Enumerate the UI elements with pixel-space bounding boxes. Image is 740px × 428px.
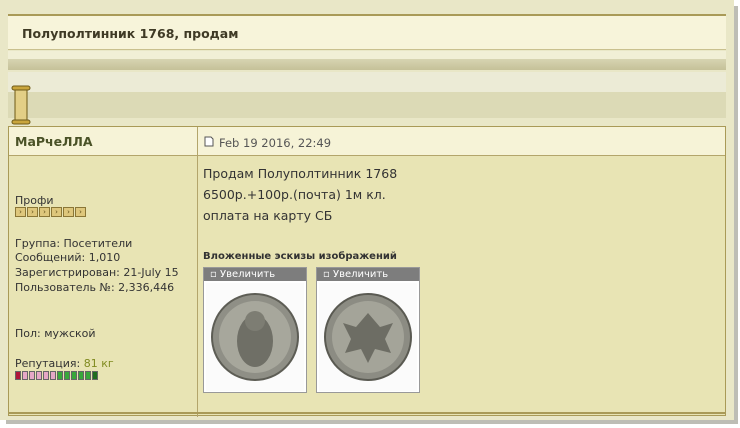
reputation-label: Репутация: xyxy=(15,357,81,370)
user-registered: Зарегистрирован: 21-July 15 xyxy=(15,266,179,279)
rep-pos-pip xyxy=(85,371,91,380)
frame-shadow-bottom xyxy=(6,420,738,424)
rank-pip: › xyxy=(75,207,86,217)
reputation-value: 81 кг xyxy=(83,357,114,370)
rep-pos-pip xyxy=(78,371,84,380)
thumbnail[interactable]: ▫ Увеличить xyxy=(203,267,307,393)
rep-minus-icon[interactable] xyxy=(15,371,21,380)
author-cell: МаРчеЛЛА xyxy=(9,127,197,156)
rep-pos-pip xyxy=(71,371,77,380)
post-date-cell: Feb 19 2016, 22:49 xyxy=(198,127,725,156)
column-divider xyxy=(197,127,198,417)
topic-header: Полуполтинник 1768, продам xyxy=(8,14,726,50)
enlarge-label: Увеличить xyxy=(219,269,276,280)
rank-pip: › xyxy=(15,207,26,217)
rank-pip: › xyxy=(39,207,50,217)
reputation-bar xyxy=(15,371,98,380)
author-name[interactable]: МаРчеЛЛА xyxy=(15,134,93,149)
user-messages: Сообщений: 1,010 xyxy=(15,251,121,264)
post-line: оплата на карту СБ xyxy=(203,208,333,223)
spacer-bar xyxy=(8,72,726,92)
rep-neg-pip xyxy=(29,371,35,380)
post-icon xyxy=(204,136,214,147)
post-bottom-border xyxy=(8,412,726,414)
user-gender: Пол: мужской xyxy=(15,327,96,340)
user-number: Пользователь №: 2,336,446 xyxy=(15,281,175,294)
rep-neg-pip xyxy=(50,371,56,380)
enlarge-label: Увеличить xyxy=(332,269,389,280)
post-toolbar xyxy=(8,92,726,118)
coin-reverse-image xyxy=(319,283,417,391)
post-date: Feb 19 2016, 22:49 xyxy=(219,136,332,150)
rep-neg-pip xyxy=(43,371,49,380)
enlarge-icon: ▫ xyxy=(210,269,220,280)
thumbnail[interactable]: ▫ Увеличить xyxy=(316,267,420,393)
post-line: 6500р.+100р.(почта) 1м кл. xyxy=(203,187,386,202)
frame-shadow-right xyxy=(734,6,738,422)
coin-obverse-image xyxy=(206,283,304,391)
rank-pip: › xyxy=(27,207,38,217)
enlarge-bar[interactable]: ▫ Увеличить xyxy=(317,268,419,281)
user-group: Группа: Посетители xyxy=(15,237,133,250)
header-divider xyxy=(8,51,726,59)
rank-pips: › › › › › › xyxy=(15,207,86,217)
rank-pip: › xyxy=(51,207,62,217)
rep-neg-pip xyxy=(36,371,42,380)
rep-pos-pip xyxy=(64,371,70,380)
post: МаРчеЛЛА Feb 19 2016, 22:49 Профи › › › … xyxy=(8,126,726,417)
rep-pos-pip xyxy=(57,371,63,380)
header-bar xyxy=(8,59,726,70)
rep-plus-icon[interactable] xyxy=(92,371,98,380)
scroll-icon xyxy=(11,85,31,125)
forum-frame: Полуполтинник 1768, продам МаРчеЛЛА Feb … xyxy=(0,0,734,420)
topic-title: Полуполтинник 1768, продам xyxy=(22,26,239,41)
user-reputation: Репутация: 81 кг xyxy=(15,357,114,370)
rank-pip: › xyxy=(63,207,74,217)
post-line: Продам Полуполтинник 1768 xyxy=(203,166,398,181)
user-rank: Профи xyxy=(15,194,54,207)
enlarge-icon: ▫ xyxy=(323,269,333,280)
enlarge-bar[interactable]: ▫ Увеличить xyxy=(204,268,306,281)
attachments-title: Вложенные эскизы изображений xyxy=(203,251,397,262)
rep-neg-pip xyxy=(22,371,28,380)
